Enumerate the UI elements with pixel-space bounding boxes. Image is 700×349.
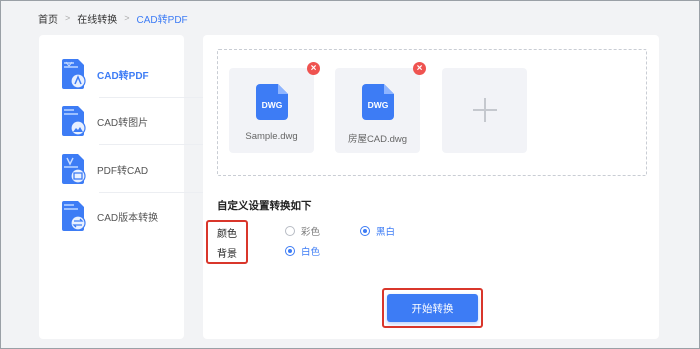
chevron-right-icon: > <box>65 13 71 23</box>
color-label: 颜色 <box>217 229 237 240</box>
sidebar-item-label: CAD转图片 <box>97 117 149 129</box>
sidebar-item-label: CAD版本转换 <box>97 212 159 224</box>
background-label: 背景 <box>217 249 237 260</box>
file-card[interactable]: DWG 房屋CAD.dwg × <box>335 62 426 153</box>
breadcrumb-convert[interactable]: 在线转换 <box>77 11 117 26</box>
sidebar-item-label: CAD转PDF <box>97 70 149 82</box>
dwg-file-icon: DWG <box>362 84 394 120</box>
divider <box>99 144 203 145</box>
radio-circle <box>285 226 295 236</box>
file-dropzone[interactable]: DWG Sample.dwg × DWG 房屋CAD.dwg × <box>217 49 647 176</box>
radio-label: 彩色 <box>301 227 321 238</box>
sidebar-item-cad-to-image[interactable]: CAD转图片 <box>61 103 181 139</box>
cad-to-pdf-icon <box>62 59 86 89</box>
file-name: Sample.dwg <box>245 131 298 142</box>
sidebar-item-cad-version[interactable]: CAD版本转换 <box>61 198 181 234</box>
radio-color[interactable]: 彩色 <box>285 224 320 238</box>
radio-black-white[interactable]: 黑白 <box>360 224 395 238</box>
radio-circle <box>285 246 295 256</box>
cad-version-icon <box>62 201 86 231</box>
radio-white[interactable]: 白色 <box>285 244 320 258</box>
dwg-file-icon: DWG <box>256 84 288 120</box>
breadcrumb-home[interactable]: 首页 <box>38 11 58 26</box>
cad-to-image-icon <box>62 106 86 136</box>
settings-title: 自定义设置转换如下 <box>217 200 312 212</box>
radio-label: 黑白 <box>376 227 396 238</box>
breadcrumb: 首页 > 在线转换 > CAD转PDF <box>38 11 188 26</box>
remove-file-icon[interactable]: × <box>307 62 320 75</box>
pdf-to-cad-icon <box>62 154 86 184</box>
divider <box>99 97 203 98</box>
radio-label: 白色 <box>301 247 321 258</box>
divider <box>99 192 203 193</box>
main-panel: DWG Sample.dwg × DWG 房屋CAD.dwg × 自定义设置转换… <box>203 35 659 339</box>
sidebar: CAD转PDF CAD转图片 PDF转CAD CAD版本转换 <box>39 35 203 339</box>
start-convert-button[interactable]: 开始转换 <box>387 294 478 322</box>
chevron-right-icon: > <box>124 13 130 23</box>
breadcrumb-current: CAD转PDF <box>136 14 188 26</box>
radio-circle <box>360 226 370 236</box>
sidebar-item-label: PDF转CAD <box>97 165 149 177</box>
sidebar-item-pdf-to-cad[interactable]: PDF转CAD <box>61 151 181 187</box>
file-type-label: DWG <box>262 100 283 110</box>
file-name: 房屋CAD.dwg <box>347 134 408 145</box>
add-file-button[interactable] <box>442 68 527 153</box>
sidebar-item-cad-to-pdf[interactable]: CAD转PDF <box>61 56 181 92</box>
file-card[interactable]: DWG Sample.dwg × <box>229 62 320 153</box>
remove-file-icon[interactable]: × <box>413 62 426 75</box>
file-type-label: DWG <box>368 100 389 110</box>
